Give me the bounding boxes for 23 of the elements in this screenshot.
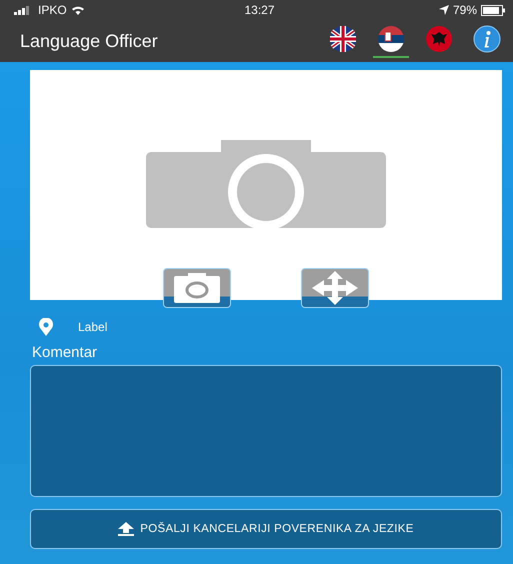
battery-icon bbox=[481, 4, 505, 16]
comment-label: Komentar bbox=[32, 344, 98, 361]
info-icon bbox=[473, 24, 501, 52]
flag-icon bbox=[425, 24, 453, 52]
camera-icon bbox=[146, 140, 386, 228]
location-arrow-icon bbox=[438, 5, 449, 15]
flag-icon bbox=[377, 24, 405, 52]
language-button[interactable] bbox=[373, 24, 409, 58]
location-pin-icon bbox=[38, 318, 54, 336]
wifi-icon bbox=[70, 5, 85, 15]
camera-button[interactable] bbox=[163, 268, 231, 308]
location-label: Label bbox=[78, 320, 108, 334]
upload-icon bbox=[118, 522, 134, 536]
carrier-name: IPKO bbox=[38, 3, 67, 17]
send-button[interactable]: POŠALJI KANCELARIJI POVERENIKA ZA JEZIKE bbox=[30, 509, 502, 549]
clock-time: 13:27 bbox=[244, 3, 275, 17]
move-button[interactable] bbox=[301, 268, 369, 308]
comment-field[interactable] bbox=[30, 365, 502, 497]
flag-icon bbox=[329, 24, 357, 52]
app-title: Language Officer bbox=[20, 30, 158, 52]
four-arrows-icon bbox=[312, 271, 358, 305]
camera-icon bbox=[174, 273, 220, 303]
battery-percent: 79% bbox=[452, 3, 477, 17]
